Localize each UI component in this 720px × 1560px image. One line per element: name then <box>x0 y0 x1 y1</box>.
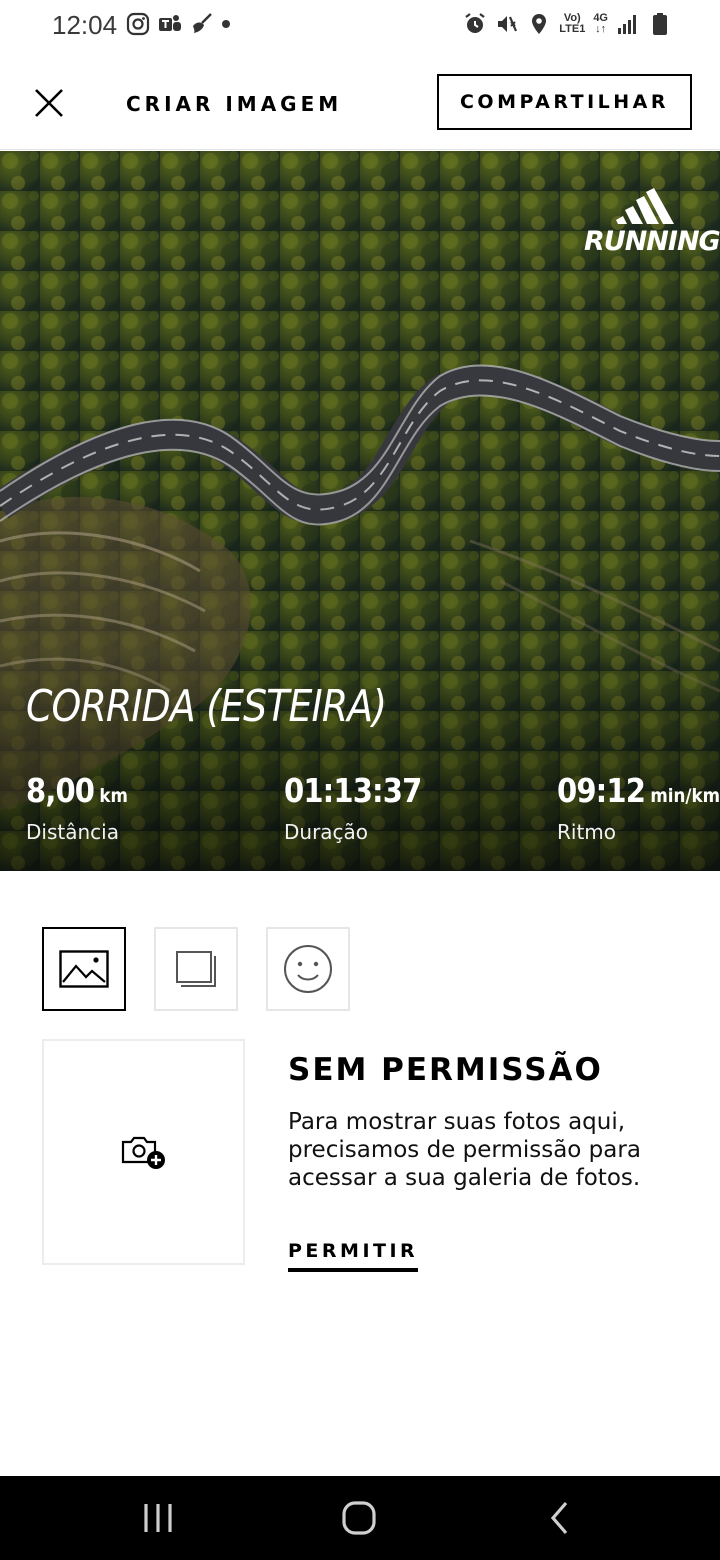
alarm-icon <box>465 13 485 33</box>
image-icon <box>59 950 109 988</box>
stat-duration-label: Duração <box>284 820 369 844</box>
recent-apps-icon[interactable] <box>138 1498 178 1538</box>
signal-icon <box>618 15 636 34</box>
add-camera-icon <box>121 1136 165 1169</box>
stat-pace-label: Ritmo <box>557 820 617 844</box>
stat-distance-value: 8,00 <box>26 771 95 810</box>
page-title: CRIAR IMAGEM <box>126 92 343 116</box>
stat-pace-unit: min/km <box>650 785 720 807</box>
stat-pace-value: 09:12 <box>557 771 646 810</box>
battery-icon <box>653 13 667 35</box>
add-photo-button[interactable] <box>42 1039 245 1265</box>
mute-icon <box>498 16 518 32</box>
activity-title: CORRIDA (ESTEIRA) <box>26 681 387 732</box>
back-icon[interactable] <box>540 1498 580 1538</box>
smiley-icon <box>284 945 332 993</box>
adidas-logo-icon <box>616 188 674 224</box>
status-notification-icons <box>126 12 230 36</box>
status-system-icons: Vo) LTE1 4G ↓↑ <box>463 12 672 36</box>
layers-icon <box>176 951 216 987</box>
stat-duration-value: 01:13:37 <box>284 771 422 810</box>
tab-stickers[interactable] <box>266 927 350 1011</box>
stat-duration: 01:13:37 Duração <box>284 771 440 844</box>
allow-button[interactable]: PERMITIR <box>288 1240 419 1272</box>
broom-icon <box>193 13 212 33</box>
header: CRIAR IMAGEM COMPARTILHAR <box>0 52 720 150</box>
instagram-icon <box>126 12 150 36</box>
home-icon[interactable] <box>339 1498 379 1538</box>
data-arrows: ↓↑ <box>595 23 607 35</box>
stat-distance: 8,00 km Distância <box>26 771 142 844</box>
stat-distance-label: Distância <box>26 820 119 844</box>
adidas-running-brand: RUNNING <box>584 186 720 257</box>
tab-photos[interactable] <box>42 927 126 1011</box>
tab-backgrounds[interactable] <box>154 927 238 1011</box>
teams-icon <box>159 15 181 31</box>
hero-image: RUNNING CORRIDA (ESTEIRA) 8,00 km Distânc… <box>0 151 720 871</box>
share-button[interactable]: COMPARTILHAR <box>437 74 692 130</box>
more-notifications-dot <box>222 20 230 28</box>
navigation-bar <box>0 1476 720 1560</box>
lte-icon: Vo) LTE1 <box>559 12 586 35</box>
stat-distance-unit: km <box>99 785 128 807</box>
permission-text: Para mostrar suas fotos aqui, precisamos… <box>288 1109 641 1191</box>
permission-title: SEM PERMISSÃO <box>288 1052 603 1088</box>
forest-road-photo <box>0 151 720 871</box>
stat-pace: 09:12 min/km Ritmo <box>557 771 720 844</box>
network-4g-icon: 4G ↓↑ <box>593 12 608 35</box>
brand-label: RUNNING <box>584 226 720 257</box>
location-icon <box>532 14 547 34</box>
status-time: 12:04 <box>52 10 118 40</box>
status-bar: 12:04 Vo) LTE1 4G ↓↑ <box>0 0 720 52</box>
close-icon[interactable] <box>30 84 68 122</box>
